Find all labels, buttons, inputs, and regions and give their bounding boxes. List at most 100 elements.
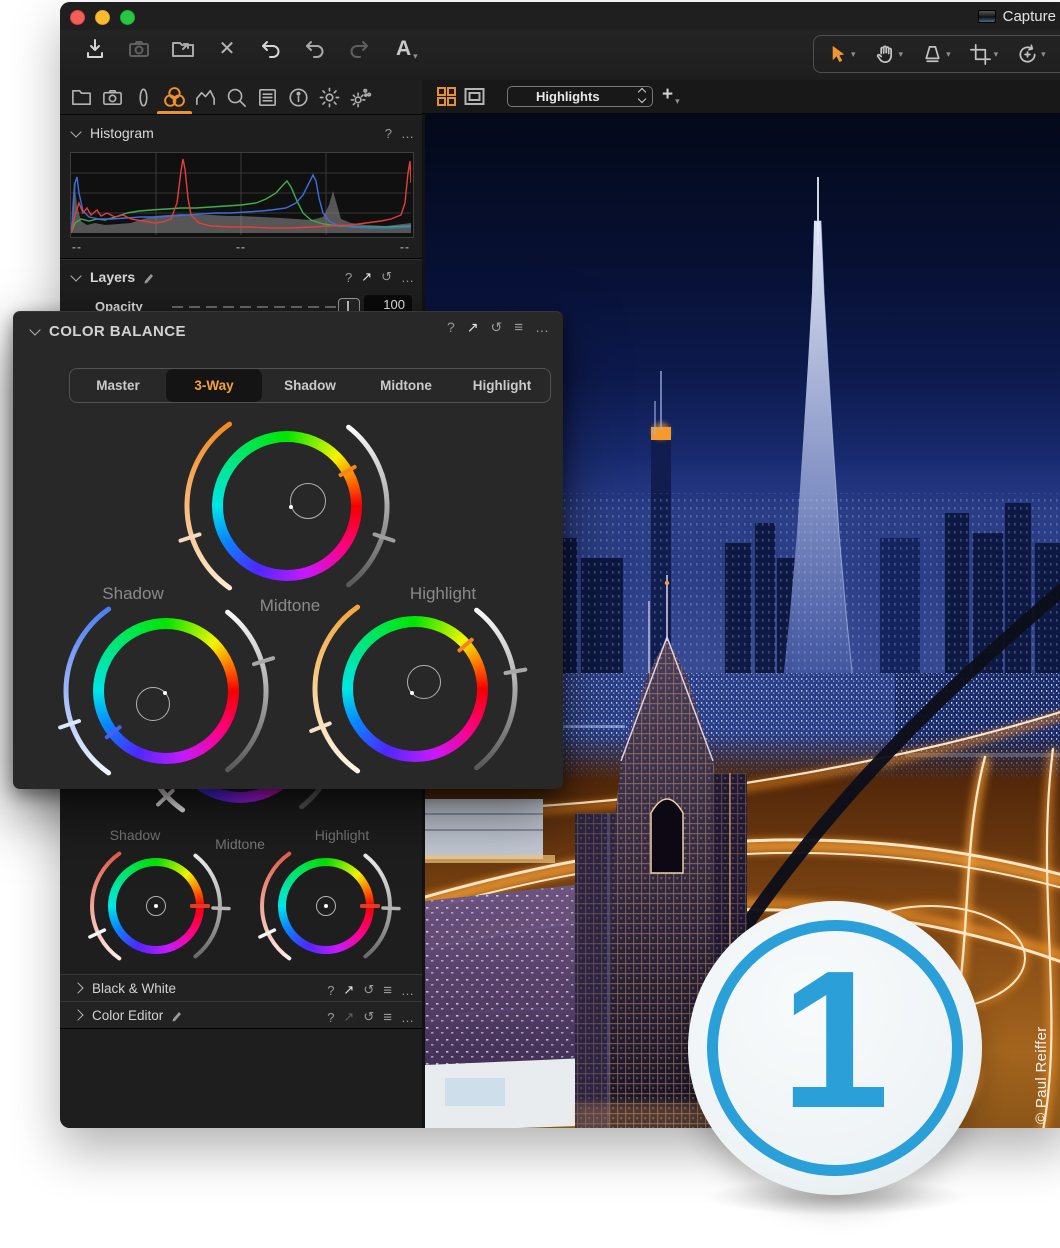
color-editor-section[interactable]: Color Editor ? ↗ ↺ ≡ … bbox=[60, 1001, 422, 1029]
preset-dropdown[interactable]: Highlights bbox=[507, 86, 653, 107]
active-tab-underline bbox=[157, 111, 192, 114]
close-window-button[interactable] bbox=[70, 10, 85, 25]
background-shadow-wheel[interactable] bbox=[86, 836, 226, 976]
chevron-down-icon: ▾ bbox=[675, 97, 680, 106]
more-icon[interactable]: … bbox=[401, 983, 414, 998]
color-balance-title: COLOR BALANCE bbox=[49, 323, 186, 340]
color-balance-header[interactable]: COLOR BALANCE ? ↗ ↺ ≡ … bbox=[13, 312, 563, 350]
help-icon[interactable]: ? bbox=[385, 126, 392, 141]
help-icon[interactable]: ? bbox=[327, 1010, 334, 1025]
zoom-window-button[interactable] bbox=[120, 10, 135, 25]
window-title-text: Capture bbox=[1003, 8, 1056, 25]
viewer-toolbar: Highlights + ▾ bbox=[422, 80, 1060, 114]
crop-tool[interactable]: ▾ bbox=[969, 43, 999, 66]
highlight-color-wheel[interactable] bbox=[300, 574, 530, 804]
import-button[interactable] bbox=[82, 36, 108, 62]
window-title: Capture bbox=[978, 8, 1056, 25]
tab-adjustments[interactable] bbox=[314, 82, 345, 112]
more-icon[interactable]: … bbox=[401, 126, 414, 141]
tab-metadata[interactable] bbox=[252, 82, 283, 112]
more-icon[interactable]: … bbox=[401, 1010, 414, 1025]
histogram-scale: -- -- -- bbox=[70, 240, 412, 254]
chevron-down-icon bbox=[70, 126, 81, 137]
background-highlight-wheel[interactable] bbox=[256, 836, 396, 976]
minimize-window-button[interactable] bbox=[95, 10, 110, 25]
grid-view-icon[interactable] bbox=[435, 85, 458, 108]
annotation-tool-label: A bbox=[396, 37, 411, 61]
pan-hand-tool[interactable]: ▾ bbox=[874, 43, 904, 66]
reset-icon[interactable]: ↺ bbox=[381, 269, 392, 285]
layers-title: Layers bbox=[90, 269, 135, 285]
proof-view-icon[interactable] bbox=[463, 85, 486, 108]
stepper-chevrons-icon bbox=[639, 89, 645, 102]
mask-brush-tool[interactable]: ▾ bbox=[921, 43, 951, 66]
annotation-tool-button[interactable]: A ▾ bbox=[396, 37, 418, 61]
histogram-tick: -- bbox=[236, 240, 246, 254]
more-icon[interactable]: … bbox=[535, 319, 549, 335]
tab-details[interactable] bbox=[221, 82, 252, 112]
histogram-title: Histogram bbox=[90, 125, 154, 141]
menu-icon[interactable]: ≡ bbox=[514, 319, 523, 336]
expand-icon[interactable]: ↗ bbox=[361, 269, 372, 285]
expand-icon[interactable]: ↗ bbox=[343, 982, 354, 998]
menu-icon[interactable]: ≡ bbox=[383, 1009, 392, 1026]
reset-adjustments-button[interactable] bbox=[258, 36, 284, 62]
chevron-down-icon: ▾ bbox=[413, 52, 418, 61]
tab-color[interactable] bbox=[159, 82, 190, 112]
more-icon[interactable]: … bbox=[401, 270, 414, 285]
chevron-down-icon: ▾ bbox=[994, 50, 999, 59]
help-icon[interactable]: ? bbox=[327, 983, 334, 998]
tether-camera-button[interactable] bbox=[126, 36, 152, 62]
tab-master[interactable]: Master bbox=[70, 369, 166, 402]
menu-icon[interactable]: ≡ bbox=[383, 982, 392, 999]
redo-button[interactable] bbox=[346, 36, 372, 62]
histogram-chart bbox=[70, 152, 414, 238]
titlebar[interactable]: Capture bbox=[60, 2, 1060, 30]
expand-icon[interactable]: ↗ bbox=[343, 1009, 354, 1025]
reset-icon[interactable]: ↺ bbox=[363, 982, 374, 998]
chevron-down-icon: ▾ bbox=[1041, 50, 1046, 59]
chevron-down-icon: ▾ bbox=[899, 50, 904, 59]
cursor-tool-group: ▾ ▾ ▾ ▾ ▾ / bbox=[813, 35, 1060, 73]
tab-exposure[interactable] bbox=[190, 82, 221, 112]
preset-value: Highlights bbox=[536, 89, 600, 104]
chevron-down-icon: ▾ bbox=[851, 50, 856, 59]
histogram-svg bbox=[71, 153, 411, 235]
capture-one-logo: 1 bbox=[688, 901, 982, 1195]
select-cursor-tool[interactable]: ▾ bbox=[826, 43, 856, 66]
tab-capture[interactable] bbox=[97, 82, 128, 112]
undo-button[interactable] bbox=[302, 36, 328, 62]
close-icon: ✕ bbox=[219, 39, 236, 59]
section-label: Color Editor bbox=[92, 1008, 163, 1023]
shadow-color-wheel[interactable] bbox=[51, 576, 281, 806]
rotate-tool[interactable]: ▾ bbox=[1016, 43, 1046, 66]
chevron-down-icon bbox=[70, 270, 81, 281]
tab-lens[interactable] bbox=[128, 82, 159, 112]
tab-info[interactable] bbox=[283, 82, 314, 112]
tab-library[interactable] bbox=[66, 82, 97, 112]
histogram-tick: -- bbox=[72, 240, 82, 254]
chevron-right-icon bbox=[72, 982, 83, 993]
expand-icon[interactable]: ↗ bbox=[467, 319, 479, 336]
histogram-header[interactable]: Histogram ? … bbox=[60, 118, 422, 148]
chevron-down-icon: ▾ bbox=[946, 50, 951, 59]
export-button[interactable] bbox=[170, 36, 196, 62]
brush-icon bbox=[143, 271, 156, 284]
logo-digit: 1 bbox=[780, 942, 889, 1138]
reset-icon[interactable]: ↺ bbox=[363, 1009, 374, 1025]
black-and-white-section[interactable]: Black & White ? ↗ ↺ ≡ … bbox=[60, 974, 422, 1002]
tab-process[interactable] bbox=[345, 82, 376, 112]
tool-tab-bar bbox=[60, 80, 422, 115]
color-balance-panel[interactable]: COLOR BALANCE ? ↗ ↺ ≡ … Master 3-Way Sha… bbox=[13, 311, 563, 789]
main-toolbar: ✕ A ▾ ▾ ▾ ▾ ▾ ▾ / bbox=[60, 30, 1060, 81]
opacity-slider-track[interactable] bbox=[172, 306, 340, 308]
section-label: Black & White bbox=[92, 981, 176, 996]
help-icon[interactable]: ? bbox=[345, 270, 352, 285]
tab-highlight[interactable]: Highlight bbox=[454, 369, 550, 402]
layers-header[interactable]: Layers ? ↗ ↺ … bbox=[60, 262, 422, 292]
add-preset-button[interactable]: + ▾ bbox=[662, 84, 680, 106]
help-icon[interactable]: ? bbox=[447, 319, 455, 335]
delete-button[interactable]: ✕ bbox=[214, 36, 240, 62]
reset-icon[interactable]: ↺ bbox=[491, 319, 503, 336]
plus-icon: + bbox=[662, 84, 673, 106]
